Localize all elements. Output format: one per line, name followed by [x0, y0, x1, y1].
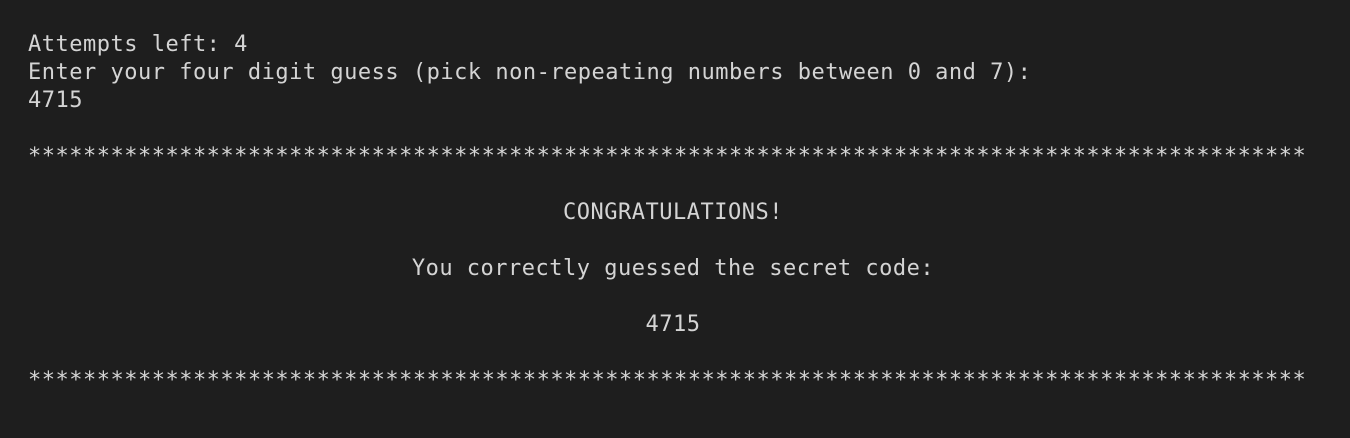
congratulations-heading: CONGRATULATIONS! [563, 200, 783, 225]
attempts-left-line: Attempts left: 4 [28, 32, 248, 57]
success-message: You correctly guessed the secret code: [411, 256, 935, 281]
guess-prompt-line: Enter your four digit guess (pick non-re… [28, 60, 1032, 85]
separator-top: ****************************************… [28, 144, 1307, 169]
terminal-output: Attempts left: 4 Enter your four digit g… [28, 31, 1328, 421]
separator-bottom: ****************************************… [28, 368, 1307, 393]
user-guess-input: 4715 [28, 88, 83, 113]
secret-code-value: 4715 [645, 312, 701, 337]
